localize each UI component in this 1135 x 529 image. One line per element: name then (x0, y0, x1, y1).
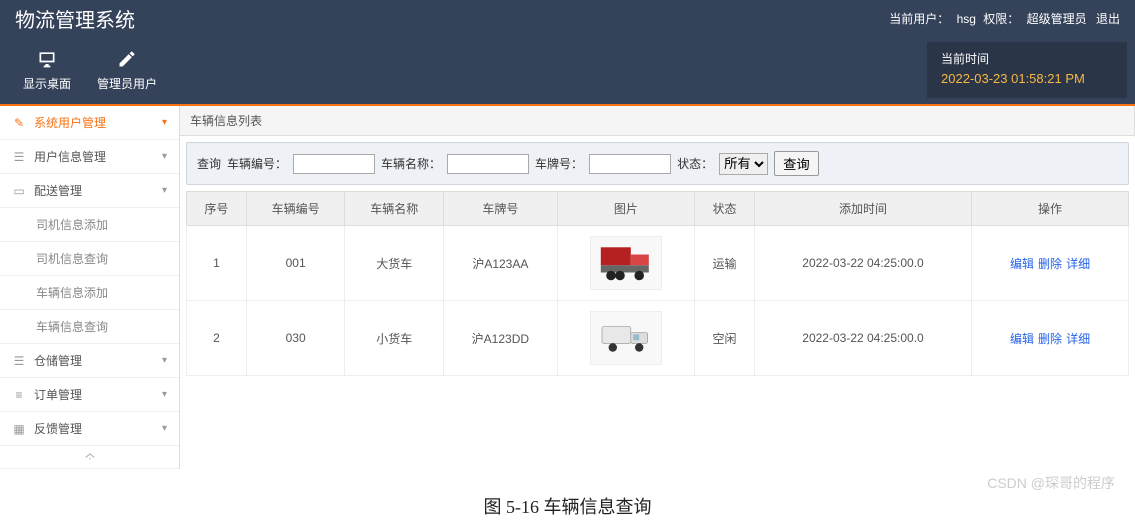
sidebar-item-system-user[interactable]: ✎系统用户管理 ▾ (0, 106, 179, 140)
chevron-down-icon: ▾ (162, 355, 167, 366)
cell-name: 大货车 (345, 226, 444, 301)
sidebar-item-warehouse[interactable]: ☰仓储管理 ▾ (0, 344, 179, 378)
bars-icon: ☰ (12, 354, 26, 368)
toolbar: 显示桌面 管理员用户 当前时间 2022-03-23 01:58:21 PM (0, 36, 1135, 106)
sidebar-item-order[interactable]: ≡订单管理 ▾ (0, 378, 179, 412)
detail-link[interactable]: 详细 (1066, 257, 1090, 271)
th-actions: 操作 (972, 192, 1129, 226)
chevron-down-icon: ▾ (162, 389, 167, 400)
code-input[interactable] (293, 154, 375, 174)
status-label: 状态： (677, 155, 713, 172)
chevron-down-icon: ▾ (162, 151, 167, 162)
current-user-label: 当前用户： (889, 12, 949, 26)
time-panel: 当前时间 2022-03-23 01:58:21 PM (927, 42, 1127, 98)
table-row: 2030小货车沪A123DD空闲2022-03-22 04:25:00.0编辑删… (187, 301, 1129, 376)
monitor-icon (37, 49, 57, 69)
name-label: 车辆名称： (381, 155, 441, 172)
bars-icon: ☰ (12, 150, 26, 164)
cell-actions: 编辑删除详细 (972, 226, 1129, 301)
sidebar-sub-vehicle-query[interactable]: 车辆信息查询 (0, 310, 179, 344)
cell-time: 2022-03-22 04:25:00.0 (754, 226, 971, 301)
sidebar-item-delivery[interactable]: ▭配送管理 ▾ (0, 174, 179, 208)
truck-image (590, 311, 662, 365)
chevron-down-icon: ▾ (162, 185, 167, 196)
edit-link[interactable]: 编辑 (1010, 332, 1034, 346)
cell-idx: 1 (187, 226, 247, 301)
truck-image (590, 236, 662, 290)
admin-user-button[interactable]: 管理员用户 (88, 43, 166, 97)
app-title: 物流管理系统 (15, 4, 135, 33)
sidebar: ✎系统用户管理 ▾ ☰用户信息管理 ▾ ▭配送管理 ▾ 司机信息添加 司机信息查… (0, 106, 180, 469)
role-value: 超级管理员 (1027, 12, 1087, 26)
name-input[interactable] (447, 154, 529, 174)
edit-link[interactable]: 编辑 (1010, 257, 1034, 271)
sidebar-item-feedback[interactable]: ▦反馈管理 ▾ (0, 412, 179, 446)
logout-link[interactable]: 退出 (1096, 12, 1120, 26)
figure-caption: 图 5-16 车辆信息查询 (0, 469, 1135, 529)
vehicle-table: 序号 车辆编号 车辆名称 车牌号 图片 状态 添加时间 操作 1001大货车沪A… (186, 191, 1129, 376)
delete-link[interactable]: 删除 (1038, 257, 1062, 271)
th-name: 车辆名称 (345, 192, 444, 226)
cell-code: 030 (246, 301, 345, 376)
th-image: 图片 (557, 192, 694, 226)
th-code: 车辆编号 (246, 192, 345, 226)
watermark: CSDN @琛哥的程序 (987, 473, 1115, 493)
th-time: 添加时间 (754, 192, 971, 226)
th-status: 状态 (695, 192, 755, 226)
content-area: 车辆信息列表 查询 车辆编号： 车辆名称： 车牌号： 状态： 所有 查询 序号 … (180, 106, 1135, 469)
plate-input[interactable] (589, 154, 671, 174)
sidebar-sub-driver-add[interactable]: 司机信息添加 (0, 208, 179, 242)
list-icon: ≡ (12, 388, 26, 402)
cell-image (557, 301, 694, 376)
cell-idx: 2 (187, 301, 247, 376)
search-button[interactable]: 查询 (774, 151, 819, 176)
cell-code: 001 (246, 226, 345, 301)
panel-title: 车辆信息列表 (180, 106, 1135, 136)
sidebar-sub-vehicle-add[interactable]: 车辆信息添加 (0, 276, 179, 310)
chevron-down-icon: ▾ (162, 423, 167, 434)
cell-name: 小货车 (345, 301, 444, 376)
search-bar: 查询 车辆编号： 车辆名称： 车牌号： 状态： 所有 查询 (186, 142, 1129, 185)
sidebar-item-user-info[interactable]: ☰用户信息管理 ▾ (0, 140, 179, 174)
time-value: 2022-03-23 01:58:21 PM (941, 69, 1113, 90)
cell-time: 2022-03-22 04:25:00.0 (754, 301, 971, 376)
sidebar-sub-driver-query[interactable]: 司机信息查询 (0, 242, 179, 276)
cell-actions: 编辑删除详细 (972, 301, 1129, 376)
header-bar: 物流管理系统 当前用户： hsg 权限： 超级管理员 退出 (0, 0, 1135, 36)
pencil-icon: ✎ (12, 116, 26, 130)
delete-link[interactable]: 删除 (1038, 332, 1062, 346)
cell-status: 运输 (695, 226, 755, 301)
current-user-value: hsg (957, 12, 976, 26)
table-row: 1001大货车沪A123AA运输2022-03-22 04:25:00.0编辑删… (187, 226, 1129, 301)
show-desktop-button[interactable]: 显示桌面 (8, 43, 86, 97)
header-user-area: 当前用户： hsg 权限： 超级管理员 退出 (885, 10, 1120, 27)
collapse-up-icon (83, 451, 97, 461)
window-icon: ▭ (12, 184, 26, 198)
status-select[interactable]: 所有 (719, 153, 768, 175)
table-header-row: 序号 车辆编号 车辆名称 车牌号 图片 状态 添加时间 操作 (187, 192, 1129, 226)
chevron-down-icon: ▾ (162, 117, 167, 128)
grid-icon: ▦ (12, 422, 26, 436)
sidebar-collapse-button[interactable] (0, 446, 179, 469)
pencil-icon (117, 49, 137, 69)
cell-plate: 沪A123AA (444, 226, 558, 301)
th-idx: 序号 (187, 192, 247, 226)
plate-label: 车牌号： (535, 155, 583, 172)
cell-image (557, 226, 694, 301)
th-plate: 车牌号 (444, 192, 558, 226)
time-label: 当前时间 (941, 50, 1113, 69)
cell-status: 空闲 (695, 301, 755, 376)
cell-plate: 沪A123DD (444, 301, 558, 376)
role-label: 权限： (983, 12, 1019, 26)
search-prefix: 查询 (197, 155, 221, 172)
code-label: 车辆编号： (227, 155, 287, 172)
detail-link[interactable]: 详细 (1066, 332, 1090, 346)
